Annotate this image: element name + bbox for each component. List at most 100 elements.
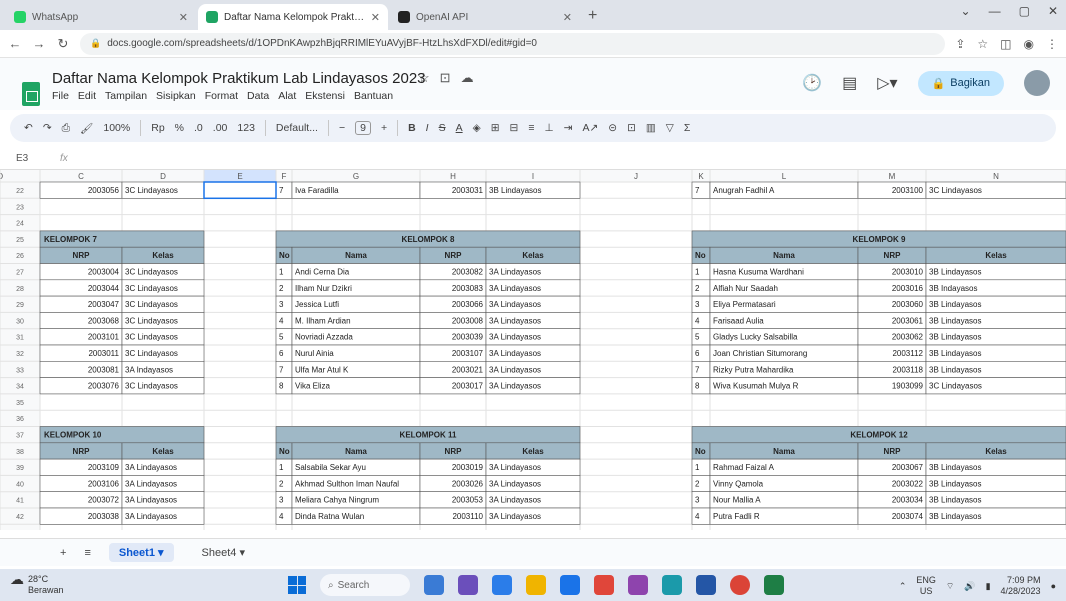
align-vertical-icon[interactable]: ⊥ [544,122,553,134]
comment-icon[interactable]: ▤ [842,73,857,93]
chevron-up-icon[interactable]: ⌃ [899,581,907,592]
minimize-icon[interactable]: — [989,4,1001,18]
menu-item-edit[interactable]: Edit [78,90,96,102]
fill-color-icon[interactable]: ◈ [473,122,481,134]
name-box[interactable]: E3 [0,153,60,164]
table-cell-no: 4 [695,512,700,521]
star-icon[interactable]: ☆ [977,37,988,51]
filter-icon[interactable]: ▽ [666,122,674,134]
browser-tab-sheets[interactable]: Daftar Nama Kelompok Praktikum... ✕ [198,4,388,30]
menu-item-alat[interactable]: Alat [278,90,296,102]
edge-app-icon[interactable] [492,575,512,595]
strikethrough-icon[interactable]: S [439,122,446,134]
currency-button[interactable]: Rp [151,122,164,134]
bold-icon[interactable]: B [408,122,416,134]
media-app-icon[interactable] [594,575,614,595]
decimal-decrease-icon[interactable]: .0 [194,122,203,134]
explorer-app-icon[interactable] [526,575,546,595]
taskbar-search[interactable]: ⌕ Search [320,574,410,596]
teams-app-icon[interactable] [458,575,478,595]
text-color-icon[interactable]: A [456,122,463,134]
italic-icon[interactable]: I [426,122,429,134]
font-select[interactable]: Default... [276,122,318,134]
chart-icon[interactable]: ▥ [646,122,656,134]
font-size-decrease-icon[interactable]: − [339,122,345,134]
menu-icon[interactable]: ⋮ [1046,37,1058,51]
volume-icon[interactable]: 🔊 [964,581,975,592]
comment-add-icon[interactable]: ⊡ [627,122,636,134]
menu-item-sisipkan[interactable]: Sisipkan [156,90,196,102]
word-app-icon[interactable] [696,575,716,595]
forward-icon[interactable]: → [32,36,46,51]
excel-app-icon[interactable] [764,575,784,595]
table-cell-nrp: 2003109 [88,463,120,472]
chrome-app-icon[interactable] [730,575,750,595]
number-format-icon[interactable]: 123 [237,122,255,134]
browser-tab-openai[interactable]: OpenAI API ✕ [390,4,580,30]
decimal-increase-icon[interactable]: .00 [213,122,228,134]
new-tab-button[interactable]: + [582,4,603,30]
clock[interactable]: 7:09 PM 4/28/2023 [1001,575,1041,597]
chevron-down-icon[interactable]: ⌄ [961,4,971,18]
avatar[interactable] [1024,70,1050,96]
document-title[interactable]: Daftar Nama Kelompok Praktikum Lab Linda… [52,70,426,87]
star-icon[interactable]: ☆ [418,70,430,86]
menu-item-tampilan[interactable]: Tampilan [105,90,147,102]
share-icon[interactable]: ⇪ [955,37,965,51]
align-horizontal-icon[interactable]: ≡ [528,122,534,134]
extension-icon[interactable]: ◉ [1024,37,1034,51]
weather-widget[interactable]: ☁ 28°C Berawan [10,572,64,596]
menu-item-bantuan[interactable]: Bantuan [354,90,393,102]
battery-icon[interactable]: ▮ [986,581,991,592]
language-indicator[interactable]: ENG US [916,575,936,597]
history-icon[interactable]: 🕑 [802,73,822,93]
reload-icon[interactable]: ↻ [56,36,70,52]
menu-item-format[interactable]: Format [205,90,238,102]
notification-icon[interactable]: ● [1051,581,1056,591]
store-app-icon[interactable] [560,575,580,595]
table-cell-nrp: 2003039 [452,333,484,342]
sidepanel-icon[interactable]: ◫ [1000,37,1011,51]
merge-cells-icon[interactable]: ⊟ [510,122,519,134]
wifi-icon[interactable]: ⌔ [946,581,954,592]
add-sheet-icon[interactable]: + [60,547,66,559]
spreadsheet-grid[interactable]: CDEFGHIJKLMNO222324252627282930313233343… [0,170,1066,530]
borders-icon[interactable]: ⊞ [491,122,500,134]
close-icon[interactable]: ✕ [179,11,188,24]
font-size-input[interactable]: 9 [355,121,371,135]
sheets-logo-icon[interactable] [22,82,40,106]
cloud-status-icon[interactable]: ☁ [461,70,474,86]
paint-format-icon[interactable]: 🖌 [80,122,93,135]
onenote-app-icon[interactable] [628,575,648,595]
widgets-app-icon[interactable] [424,575,444,595]
percent-button[interactable]: % [175,122,184,134]
functions-icon[interactable]: Σ [684,122,691,134]
browser-tab-whatsapp[interactable]: WhatsApp ✕ [6,4,196,30]
menu-item-ekstensi[interactable]: Ekstensi [305,90,345,102]
close-icon[interactable]: ✕ [563,11,572,24]
menu-item-file[interactable]: File [52,90,69,102]
close-icon[interactable]: ✕ [1048,4,1058,18]
text-rotate-icon[interactable]: A↗ [582,122,598,134]
close-icon[interactable]: ✕ [371,11,380,24]
back-icon[interactable]: ← [8,36,22,51]
zoom-select[interactable]: 100% [103,122,130,134]
print-icon[interactable]: ⎙ [62,122,70,135]
undo-icon[interactable]: ↶ [24,122,33,134]
link-icon[interactable]: ⊝ [608,122,617,134]
font-size-increase-icon[interactable]: + [381,122,387,134]
maximize-icon[interactable]: ▢ [1019,4,1030,18]
meet-icon[interactable]: ▷▾ [877,73,897,93]
selected-cell[interactable] [203,181,277,200]
sheet-tab-sheet4[interactable]: Sheet4 ▾ [192,543,255,562]
sheet-tab-sheet1[interactable]: Sheet1 ▾ [108,543,174,562]
share-button[interactable]: 🔒 Bagikan [917,70,1004,96]
move-folder-icon[interactable]: ⊡ [440,70,451,86]
menu-item-data[interactable]: Data [247,90,269,102]
app-icon[interactable] [662,575,682,595]
windows-start-icon[interactable] [288,576,306,594]
text-wrap-icon[interactable]: ⇥ [564,122,573,134]
url-input[interactable]: 🔒 docs.google.com/spreadsheets/d/1OPDnKA… [80,32,946,55]
all-sheets-icon[interactable]: ≡ [84,547,90,559]
redo-icon[interactable]: ↷ [43,122,52,134]
